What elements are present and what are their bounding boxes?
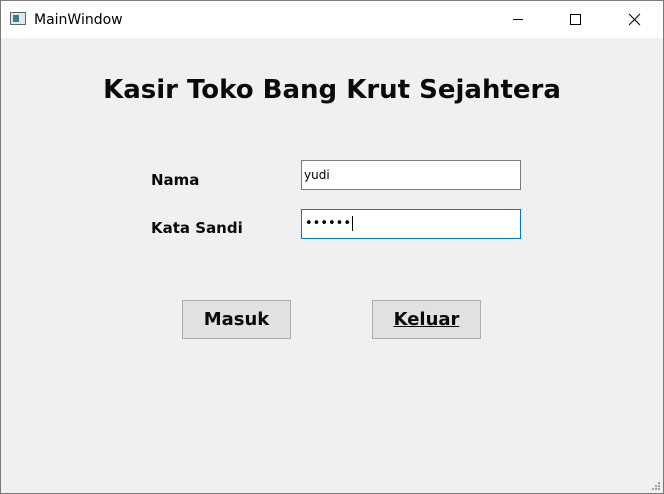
page-title: Kasir Toko Bang Krut Sejahtera — [103, 75, 561, 105]
login-button[interactable]: Masuk — [182, 300, 291, 339]
close-button[interactable] — [605, 1, 663, 38]
exit-button-label: Keluar — [393, 309, 460, 330]
maximize-button[interactable] — [547, 1, 605, 38]
minimize-button[interactable] — [489, 1, 547, 38]
minimize-icon — [513, 19, 523, 20]
app-window-icon — [10, 12, 26, 25]
login-button-label: Masuk — [203, 309, 270, 330]
title-bar[interactable]: MainWindow — [1, 1, 663, 38]
name-input[interactable] — [301, 160, 521, 190]
close-icon — [628, 13, 641, 26]
exit-button[interactable]: Keluar — [372, 300, 481, 339]
resize-grip-icon[interactable] — [651, 481, 661, 491]
password-input[interactable] — [301, 209, 521, 239]
window-title: MainWindow — [34, 12, 123, 28]
maximize-icon — [570, 14, 581, 25]
main-window: MainWindow Kasir Toko Bang Krut Sejahter… — [0, 0, 664, 494]
password-label: Kata Sandi — [151, 219, 243, 237]
name-label: Nama — [151, 171, 200, 189]
